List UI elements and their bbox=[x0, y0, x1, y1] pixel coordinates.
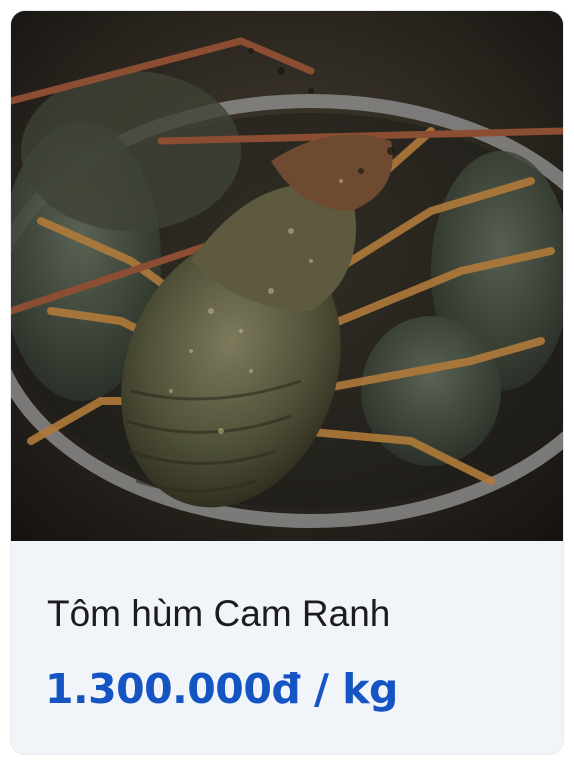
product-card[interactable]: Tôm hùm Cam Ranh 1.300.000đ / kg bbox=[11, 11, 563, 754]
product-price: 1.300.000đ / kg bbox=[45, 665, 398, 713]
product-name[interactable]: Tôm hùm Cam Ranh bbox=[47, 593, 390, 635]
product-info: Tôm hùm Cam Ranh 1.300.000đ / kg bbox=[11, 541, 563, 754]
product-image[interactable] bbox=[11, 11, 563, 541]
